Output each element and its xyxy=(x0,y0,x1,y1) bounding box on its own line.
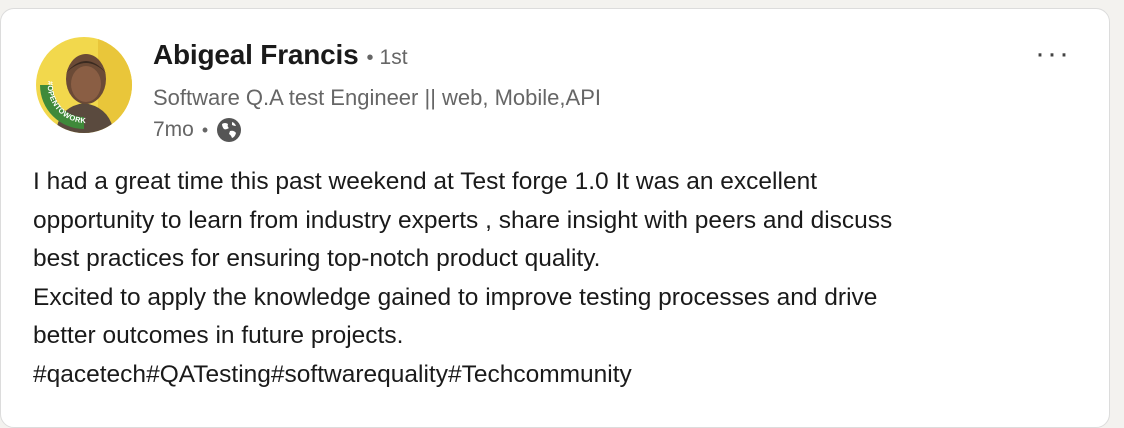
hashtag-link[interactable]: #Techcommunity xyxy=(448,356,632,395)
hashtag-link[interactable]: #softwarequality xyxy=(271,356,448,395)
post-time[interactable]: 7mo xyxy=(153,118,194,142)
degree-separator: • xyxy=(366,47,374,69)
post-text-line: I had a great time this past weekend at … xyxy=(33,168,817,195)
post-text-line: opportunity to learn from industry exper… xyxy=(33,206,893,234)
avatar[interactable]: #OPENTOWORK xyxy=(36,37,132,133)
post-card: #OPENTOWORK Abigeal Francis • 1st Softwa… xyxy=(0,8,1110,428)
post-text-line: better outcomes in future projects. xyxy=(33,322,404,349)
author-name-row: Abigeal Francis • 1st xyxy=(153,39,408,75)
post-meta: 7mo • xyxy=(153,115,242,145)
connection-degree: 1st xyxy=(379,46,408,69)
post-body: I had a great time this past weekend at … xyxy=(33,163,1093,394)
ellipsis-icon: ··· xyxy=(1035,37,1071,70)
author-headline[interactable]: Software Q.A test Engineer || web, Mobil… xyxy=(153,85,601,111)
author-name[interactable]: Abigeal Francis xyxy=(153,39,359,71)
avatar-image: #OPENTOWORK xyxy=(36,37,132,133)
hashtag-link[interactable]: #qacetech xyxy=(33,356,146,395)
meta-separator: • xyxy=(201,119,209,140)
post-text-line: Excited to apply the knowledge gained to… xyxy=(33,283,878,311)
hashtag-link[interactable]: #QATesting xyxy=(146,356,271,395)
hashtag-list: #qacetech #QATesting #softwarequality #T… xyxy=(33,356,1093,395)
globe-icon xyxy=(217,118,242,142)
more-options-button[interactable]: ··· xyxy=(1031,37,1075,70)
post-text-line: best practices for ensuring top-notch pr… xyxy=(33,245,601,272)
